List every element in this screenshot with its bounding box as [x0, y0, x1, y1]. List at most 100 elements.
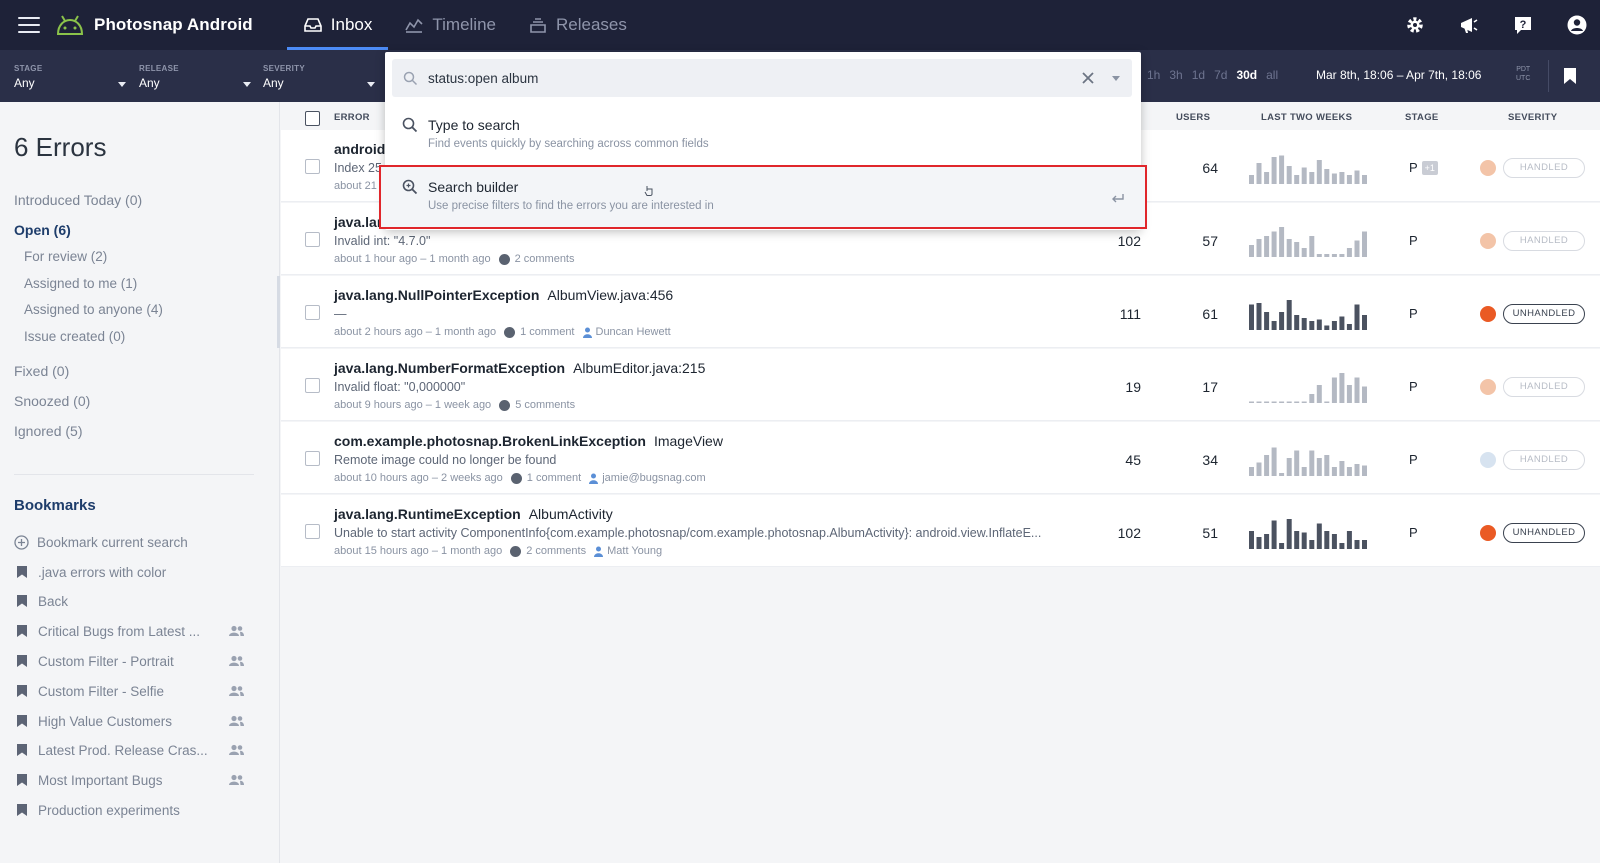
time-range-all[interactable]: all: [1266, 68, 1278, 82]
error-timespan: about 2 hours ago – 1 month ago: [334, 326, 497, 338]
tab-inbox[interactable]: Inbox: [286, 0, 389, 50]
status-introduced-today[interactable]: Introduced Today (0): [14, 192, 142, 208]
events-count: 45: [1125, 452, 1141, 468]
stage-value: P: [1409, 379, 1418, 394]
bookmark-item[interactable]: Most Important Bugs: [14, 770, 244, 790]
bookmark-current-search-button[interactable]: Bookmark current search: [14, 532, 244, 552]
search-icon: [403, 71, 418, 86]
assignee[interactable]: jamie@bugsnag.com: [589, 472, 706, 484]
sparkline-bar: [1354, 240, 1360, 257]
search-input[interactable]: [428, 67, 1048, 89]
search-option-search-builder[interactable]: Search builder Use precise filters to fi…: [379, 165, 1147, 229]
sparkline-bar: [1316, 458, 1322, 476]
error-class: com.example.photosnap.BrokenLinkExceptio…: [334, 433, 646, 449]
sparkline-bar: [1271, 447, 1277, 476]
sparkline-bar: [1354, 377, 1360, 403]
row-checkbox[interactable]: [305, 451, 320, 466]
close-icon[interactable]: [1082, 72, 1094, 84]
severity-filter[interactable]: SEVERITY Any: [263, 64, 375, 90]
status-for-review[interactable]: For review (2): [24, 249, 107, 264]
status-assigned-to-me[interactable]: Assigned to me (1): [24, 276, 137, 291]
time-range-3h[interactable]: 3h: [1169, 68, 1182, 82]
column-last-two-weeks[interactable]: LAST TWO WEEKS: [1261, 112, 1352, 123]
bookmark-item[interactable]: Custom Filter - Selfie: [14, 681, 244, 701]
select-all-checkbox[interactable]: [305, 111, 320, 126]
table-row[interactable]: java.lang.NumberFormatException AlbumEdit…: [281, 349, 1600, 421]
row-checkbox[interactable]: [305, 378, 320, 393]
sparkline-bar: [1249, 467, 1254, 476]
severity-badge: UNHANDLED: [1503, 523, 1585, 543]
status-assigned-to-anyone[interactable]: Assigned to anyone (4): [24, 302, 163, 317]
bookmark-item[interactable]: High Value Customers: [14, 711, 244, 731]
stage-extra-badge: +1: [1421, 161, 1438, 175]
bookmarks-title: Bookmarks: [14, 497, 96, 514]
severity-badge: UNHANDLED: [1503, 304, 1585, 324]
megaphone-icon[interactable]: [1458, 14, 1480, 36]
severity-badge: HANDLED: [1503, 450, 1585, 470]
comments-link[interactable]: 5 comments: [499, 399, 575, 411]
bookmark-item[interactable]: Back: [14, 591, 244, 611]
comments-link[interactable]: 2 comments: [510, 545, 586, 557]
hamburger-menu-icon[interactable]: [18, 17, 40, 33]
table-row[interactable]: java.lang.NullPointerException AlbumView.…: [277, 276, 1600, 348]
bookmark-item[interactable]: Critical Bugs from Latest ...: [14, 621, 244, 641]
severity-dot: [1480, 233, 1496, 249]
row-checkbox[interactable]: [305, 232, 320, 247]
row-checkbox[interactable]: [305, 159, 320, 174]
bookmark-item[interactable]: .java errors with color: [14, 562, 244, 582]
status-issue-created[interactable]: Issue created (0): [24, 329, 125, 344]
bookmark-item[interactable]: Latest Prod. Release Cras...: [14, 740, 244, 760]
comments-link[interactable]: 1 comment: [510, 472, 581, 484]
stage-filter[interactable]: STAGE Any: [14, 64, 126, 90]
table-row[interactable]: java.lang.RuntimeException AlbumActivity U…: [281, 495, 1600, 567]
sparkline-bar: [1362, 315, 1367, 330]
sparkline-bar: [1324, 325, 1330, 330]
assignee[interactable]: Matt Young: [594, 545, 662, 557]
error-title[interactable]: java.lang.NumberFormatException AlbumEdit…: [334, 360, 705, 376]
status-ignored[interactable]: Ignored (5): [14, 423, 82, 439]
row-checkbox[interactable]: [305, 524, 320, 539]
sparkline-bar: [1249, 245, 1254, 257]
error-class: android.: [334, 141, 390, 157]
error-title[interactable]: java.lang.RuntimeException AlbumActivity: [334, 506, 613, 522]
status-open[interactable]: Open (6): [14, 222, 71, 238]
search-option-type-to-search[interactable]: Type to search Find events quickly by se…: [385, 108, 1141, 168]
sparkline-bar: [1346, 385, 1352, 403]
chevron-down-icon[interactable]: [1112, 76, 1120, 81]
time-range-1h[interactable]: 1h: [1147, 68, 1160, 82]
error-title[interactable]: com.example.photosnap.BrokenLinkExceptio…: [334, 433, 723, 449]
column-stage[interactable]: STAGE: [1405, 112, 1439, 123]
enter-key-icon: [1112, 194, 1124, 203]
help-icon[interactable]: ?: [1512, 14, 1534, 36]
tab-releases[interactable]: Releases: [512, 0, 643, 50]
time-range-1d[interactable]: 1d: [1192, 68, 1205, 82]
comment-icon: [499, 399, 511, 411]
error-title[interactable]: java.lang.NullPointerException AlbumView.…: [334, 287, 673, 303]
stage-cell: P: [1409, 452, 1418, 467]
time-range-7d[interactable]: 7d: [1214, 68, 1227, 82]
column-error[interactable]: ERROR: [334, 112, 370, 123]
table-row[interactable]: com.example.photosnap.BrokenLinkExceptio…: [281, 422, 1600, 494]
bookmark-icon[interactable]: [1563, 67, 1577, 85]
column-users[interactable]: USERS: [1176, 112, 1210, 123]
time-range-30d[interactable]: 30d: [1236, 68, 1257, 82]
column-severity[interactable]: SEVERITY: [1508, 112, 1557, 123]
gear-icon[interactable]: [1404, 14, 1426, 36]
user-icon[interactable]: [1566, 14, 1588, 36]
release-filter[interactable]: RELEASE Any: [139, 64, 251, 90]
app-name[interactable]: Photosnap Android: [94, 15, 253, 35]
assignee[interactable]: Duncan Hewett: [582, 326, 671, 338]
sparkline-bar: [1331, 321, 1337, 330]
status-snoozed[interactable]: Snoozed (0): [14, 393, 90, 409]
tab-timeline[interactable]: Timeline: [388, 0, 512, 50]
row-checkbox[interactable]: [305, 305, 320, 320]
date-range[interactable]: Mar 8th, 18:06 – Apr 7th, 18:06: [1316, 68, 1481, 82]
timezone-toggle[interactable]: PDT UTC: [1516, 65, 1530, 83]
status-fixed[interactable]: Fixed (0): [14, 363, 69, 379]
comments-link[interactable]: 1 comment: [504, 326, 575, 338]
bookmark-item[interactable]: Production experiments: [14, 800, 244, 820]
comments-link[interactable]: 2 comments: [498, 253, 575, 265]
trend-sparkline: [1249, 519, 1367, 549]
bookmark-item[interactable]: Custom Filter - Portrait: [14, 651, 244, 671]
error-count: 6 Errors: [14, 132, 107, 162]
